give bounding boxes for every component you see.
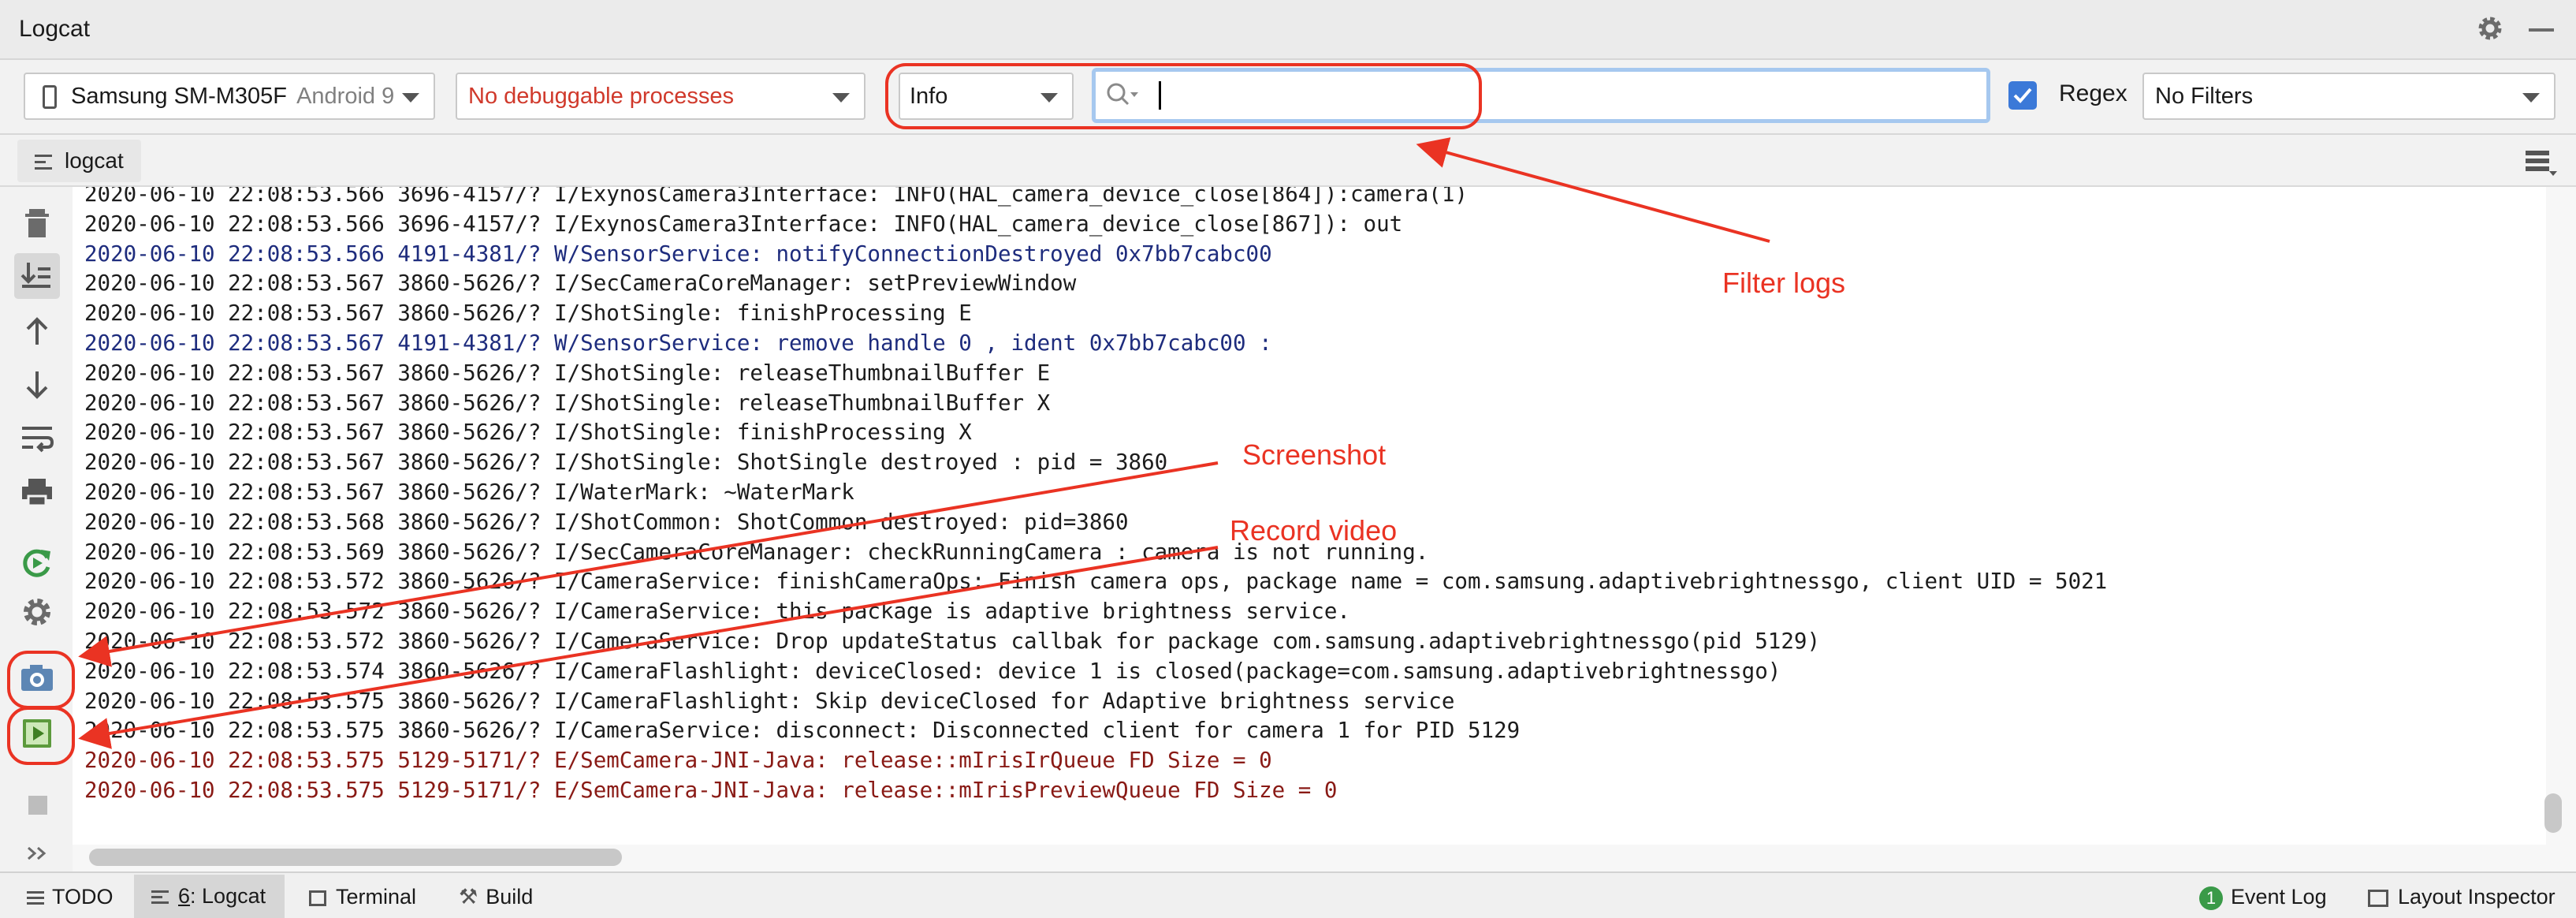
gear-icon[interactable] bbox=[2474, 13, 2506, 44]
list-icon bbox=[151, 887, 169, 907]
log-line[interactable]: 2020-06-10 22:08:53.567 3860-5626/? I/Sh… bbox=[84, 389, 1050, 418]
log-line[interactable]: 2020-06-10 22:08:53.575 3860-5626/? I/Ca… bbox=[84, 716, 1520, 745]
tool-window-header: Logcat bbox=[0, 0, 2576, 60]
device-name: Samsung SM-M305F bbox=[71, 84, 287, 109]
filter-label: No Filters bbox=[2155, 84, 2254, 109]
process-selector[interactable]: No debuggable processes bbox=[456, 73, 865, 120]
log-line[interactable]: 2020-06-10 22:08:53.566 4191-4381/? W/Se… bbox=[84, 240, 1272, 269]
regex-label: Regex bbox=[2059, 80, 2127, 106]
log-line[interactable]: 2020-06-10 22:08:53.572 3860-5626/? I/Ca… bbox=[84, 627, 1820, 656]
device-version: Android 9 bbox=[296, 84, 395, 109]
minimize-icon[interactable] bbox=[2529, 28, 2554, 32]
log-line[interactable]: 2020-06-10 22:08:53.567 3860-5626/? I/Sh… bbox=[84, 448, 1167, 477]
stop-icon[interactable] bbox=[28, 796, 47, 815]
build-tab[interactable]: ⚒ Build bbox=[459, 883, 533, 911]
todo-label: TODO bbox=[52, 885, 114, 909]
log-line[interactable]: 2020-06-10 22:08:53.572 3860-5626/? I/Ca… bbox=[84, 567, 2107, 596]
logcat-tab-number: 6 bbox=[178, 884, 191, 908]
log-line[interactable]: 2020-06-10 22:08:53.567 3860-5626/? I/Sh… bbox=[84, 359, 1050, 388]
arrow-down-icon[interactable] bbox=[17, 365, 57, 405]
log-line[interactable]: 2020-06-10 22:08:53.569 3860-5626/? I/Se… bbox=[84, 538, 1428, 567]
vertical-scrollbar-thumb[interactable] bbox=[2544, 793, 2562, 833]
annotation-screenshot: Screenshot bbox=[1242, 438, 1387, 471]
search-input[interactable] bbox=[1092, 68, 1990, 123]
search-icon bbox=[1107, 83, 1138, 106]
annotation-record-video: Record video bbox=[1230, 514, 1398, 547]
terminal-label: Terminal bbox=[336, 885, 417, 909]
log-line[interactable]: 2020-06-10 22:08:53.572 3860-5626/? I/Ca… bbox=[84, 597, 1350, 626]
arrow-up-icon[interactable] bbox=[17, 312, 57, 351]
soft-wrap-icon[interactable] bbox=[17, 419, 57, 458]
todo-tab[interactable]: TODO bbox=[27, 883, 114, 911]
regex-checkbox[interactable] bbox=[2008, 81, 2037, 110]
chevron-down-icon bbox=[1040, 93, 1058, 103]
trash-icon[interactable] bbox=[17, 203, 57, 242]
vertical-scrollbar[interactable] bbox=[2546, 187, 2576, 845]
process-label: No debuggable processes bbox=[468, 84, 734, 109]
layout-options-icon[interactable] bbox=[2524, 149, 2559, 177]
print-icon[interactable] bbox=[17, 472, 57, 512]
layout-inspector-label: Layout Inspector bbox=[2398, 885, 2556, 909]
log-line[interactable]: 2020-06-10 22:08:53.566 3696-4157/? I/Ex… bbox=[84, 187, 1468, 209]
scroll-to-end-icon[interactable] bbox=[17, 256, 57, 296]
log-line[interactable]: 2020-06-10 22:08:53.567 3860-5626/? I/Sh… bbox=[84, 418, 972, 447]
chevron-down-icon bbox=[402, 93, 419, 103]
log-level-selector[interactable]: Info bbox=[899, 73, 1074, 120]
log-line[interactable]: 2020-06-10 22:08:53.575 5129-5171/? E/Se… bbox=[84, 746, 1272, 775]
event-log-tab[interactable]: 1 Event Log bbox=[2199, 883, 2327, 911]
more-icon[interactable] bbox=[17, 842, 57, 865]
chevron-down-icon bbox=[832, 93, 850, 103]
log-line[interactable]: 2020-06-10 22:08:53.566 3696-4157/? I/Ex… bbox=[84, 210, 1402, 239]
filter-configuration-selector[interactable]: No Filters bbox=[2142, 73, 2556, 120]
build-label: Build bbox=[486, 885, 534, 909]
logcat-tab[interactable]: 6: Logcat bbox=[134, 875, 285, 918]
logcat-tab-strip: logcat bbox=[0, 135, 2576, 187]
chevron-down-icon bbox=[2522, 93, 2540, 103]
event-log-label: Event Log bbox=[2231, 885, 2327, 909]
log-line[interactable]: 2020-06-10 22:08:53.574 3860-5626/? I/Ca… bbox=[84, 657, 1781, 686]
log-line[interactable]: 2020-06-10 22:08:53.567 3860-5626/? I/Sh… bbox=[84, 299, 972, 328]
logcat-tool-rail bbox=[0, 187, 73, 871]
hammer-icon: ⚒ bbox=[459, 885, 478, 909]
list-icon bbox=[35, 151, 52, 174]
log-level-label: Info bbox=[910, 84, 948, 109]
device-selector[interactable]: Samsung SM-M305F Android 9 bbox=[24, 73, 435, 120]
log-line[interactable]: 2020-06-10 22:08:53.575 5129-5171/? E/Se… bbox=[84, 776, 1337, 805]
phone-icon bbox=[43, 85, 57, 109]
log-line[interactable]: 2020-06-10 22:08:53.567 3860-5626/? I/Wa… bbox=[84, 478, 854, 507]
log-line[interactable]: 2020-06-10 22:08:53.567 3860-5626/? I/Se… bbox=[84, 269, 1076, 298]
horizontal-scrollbar-thumb[interactable] bbox=[89, 849, 622, 866]
annotation-filter-logs: Filter logs bbox=[1722, 267, 1846, 299]
terminal-tab[interactable]: Terminal bbox=[309, 883, 416, 911]
log-line[interactable]: 2020-06-10 22:08:53.567 4191-4381/? W/Se… bbox=[84, 329, 1272, 358]
tool-window-bar: TODO 6: Logcat Terminal ⚒ Build 1 Event Lo… bbox=[0, 871, 2576, 918]
logcat-tab-label: : Logcat bbox=[190, 884, 266, 908]
record-video-icon[interactable] bbox=[17, 714, 57, 753]
settings-icon[interactable] bbox=[17, 592, 57, 632]
window-title: Logcat bbox=[19, 16, 91, 42]
tab-logcat-label: logcat bbox=[65, 148, 124, 173]
terminal-icon bbox=[309, 890, 326, 906]
log-line[interactable]: 2020-06-10 22:08:53.575 3860-5626/? I/Ca… bbox=[84, 687, 1454, 716]
log-line[interactable]: 2020-06-10 22:08:53.568 3860-5626/? I/Sh… bbox=[84, 508, 1129, 537]
screenshot-icon[interactable] bbox=[17, 659, 57, 698]
tab-logcat[interactable]: logcat bbox=[17, 140, 141, 182]
event-log-badge: 1 bbox=[2199, 886, 2223, 910]
list-icon bbox=[27, 888, 44, 908]
layout-inspector-icon bbox=[2368, 889, 2388, 907]
checkmark-icon bbox=[2013, 88, 2032, 103]
restart-icon[interactable] bbox=[17, 542, 57, 581]
layout-inspector-tab[interactable]: Layout Inspector bbox=[2368, 883, 2556, 911]
text-cursor bbox=[1159, 81, 1161, 110]
